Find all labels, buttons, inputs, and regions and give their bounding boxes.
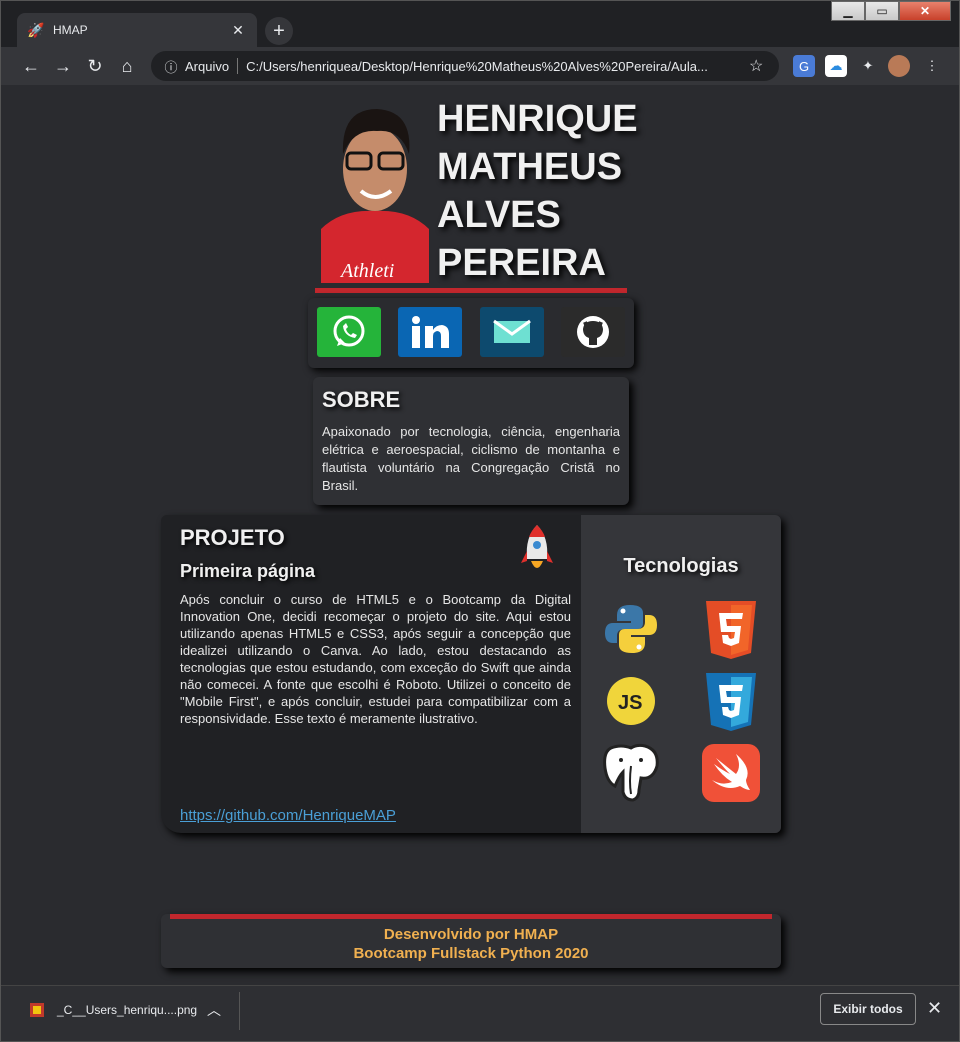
rocket-icon: [521, 525, 553, 568]
show-all-downloads-button[interactable]: Exibir todos: [820, 993, 916, 1025]
back-arrow-icon[interactable]: ←: [15, 50, 47, 82]
menu-kebab-icon[interactable]: ⋮: [921, 55, 943, 77]
translate-extension-icon[interactable]: G: [793, 55, 815, 77]
tab-strip: 🚀 HMAP ✕ + ▁ ▭ ✕: [1, 1, 959, 47]
download-file-name[interactable]: _C__Users_henriqu....png: [57, 1003, 197, 1017]
image-file-icon: [30, 1003, 44, 1017]
javascript-icon: JS: [601, 671, 661, 731]
name-line: PEREIRA: [437, 242, 606, 284]
forward-arrow-icon[interactable]: →: [47, 50, 79, 82]
download-bar: _C__Users_henriqu....png ︿ Exibir todos …: [1, 985, 959, 1041]
project-details: PROJETO Primeira página Após concluir o …: [161, 515, 581, 833]
omnibox-separator: [237, 58, 239, 74]
name-line: HENRIQUE: [437, 98, 638, 140]
tab-hmap[interactable]: 🚀 HMAP ✕: [17, 13, 257, 47]
project-card: PROJETO Primeira página Após concluir o …: [161, 515, 781, 833]
bookmark-star-icon[interactable]: ☆: [749, 56, 769, 76]
profile-avatar[interactable]: [888, 55, 910, 77]
page-content: Athleti HENRIQUE MATHEUS ALVES PEREIRA S…: [1, 85, 959, 985]
social-links: [308, 298, 634, 368]
footer-line-2: Bootcamp Fullstack Python 2020: [353, 945, 589, 962]
chevron-up-icon[interactable]: ︿: [207, 1000, 221, 1020]
browser-toolbar: ← → ↻ ⌂ ⓘ Arquivo C:/Users/henriquea/Des…: [1, 47, 959, 85]
info-icon[interactable]: ⓘ: [161, 57, 181, 76]
github-profile-link[interactable]: https://github.com/HenriqueMAP: [180, 807, 396, 824]
footer-line-1: Desenvolvido por HMAP: [383, 926, 559, 943]
url-text[interactable]: C:/Users/henriquea/Desktop/Henrique%20Ma…: [246, 59, 749, 74]
close-window-button[interactable]: ✕: [899, 1, 951, 21]
rocket-favicon-icon: 🚀: [27, 21, 45, 38]
github-icon: [577, 316, 609, 348]
project-title: PROJETO: [180, 525, 285, 550]
download-separator: [239, 992, 240, 1030]
address-bar[interactable]: ⓘ Arquivo C:/Users/henriquea/Desktop/Hen…: [151, 51, 779, 81]
tab-close-icon[interactable]: ✕: [229, 22, 247, 39]
swift-icon: [701, 743, 761, 803]
footer-text: Desenvolvido por HMAP Bootcamp Fullstack…: [161, 925, 781, 963]
omnibox-scheme: Arquivo: [185, 58, 230, 74]
linkedin-link[interactable]: [398, 307, 462, 357]
whatsapp-link[interactable]: [317, 307, 381, 357]
github-link[interactable]: [561, 307, 625, 357]
whatsapp-icon: [333, 315, 365, 347]
footer-divider: [170, 914, 772, 919]
extensions-puzzle-icon[interactable]: ✦: [857, 55, 879, 77]
profile-name: HENRIQUE MATHEUS ALVES PEREIRA: [437, 95, 657, 287]
project-description: Após concluir o curso de HTML5 e o Bootc…: [180, 592, 571, 726]
reload-icon[interactable]: ↻: [79, 50, 111, 82]
window-controls: ▁ ▭ ✕: [831, 1, 951, 21]
email-icon: [493, 319, 531, 343]
linkedin-icon: [412, 316, 449, 348]
tab-title: HMAP: [53, 23, 88, 37]
cloud-extension-icon[interactable]: ☁: [825, 55, 847, 77]
email-link[interactable]: [480, 307, 544, 357]
technologies-title: Tecnologias: [623, 555, 739, 577]
header-divider: [315, 288, 627, 293]
footer: Desenvolvido por HMAP Bootcamp Fullstack…: [161, 914, 781, 968]
js-icon-label: JS: [618, 692, 642, 714]
home-icon[interactable]: ⌂: [111, 50, 143, 82]
svg-text:Athleti: Athleti: [339, 260, 394, 282]
minimize-button[interactable]: ▁: [831, 1, 865, 21]
new-tab-button[interactable]: +: [265, 17, 293, 45]
about-text: Apaixonado por tecnologia, ciência, enge…: [322, 424, 620, 493]
close-download-bar-icon[interactable]: ✕: [927, 998, 942, 1019]
html5-icon: [701, 599, 761, 659]
maximize-button[interactable]: ▭: [865, 1, 899, 21]
name-line: MATHEUS: [437, 146, 623, 188]
technologies-panel: Tecnologias JS: [581, 515, 781, 833]
name-line: ALVES: [437, 194, 561, 236]
about-card: SOBRE Apaixonado por tecnologia, ciência…: [313, 377, 629, 505]
css3-icon: [701, 671, 761, 731]
postgresql-icon: [601, 743, 661, 803]
browser-window: 🚀 HMAP ✕ + ▁ ▭ ✕ ← → ↻ ⌂ ⓘ Arquivo C:/Us…: [0, 0, 960, 1042]
profile-photo: Athleti: [321, 99, 429, 283]
python-icon: [601, 599, 661, 659]
project-subtitle: Primeira página: [180, 561, 316, 581]
about-title: SOBRE: [322, 387, 401, 412]
